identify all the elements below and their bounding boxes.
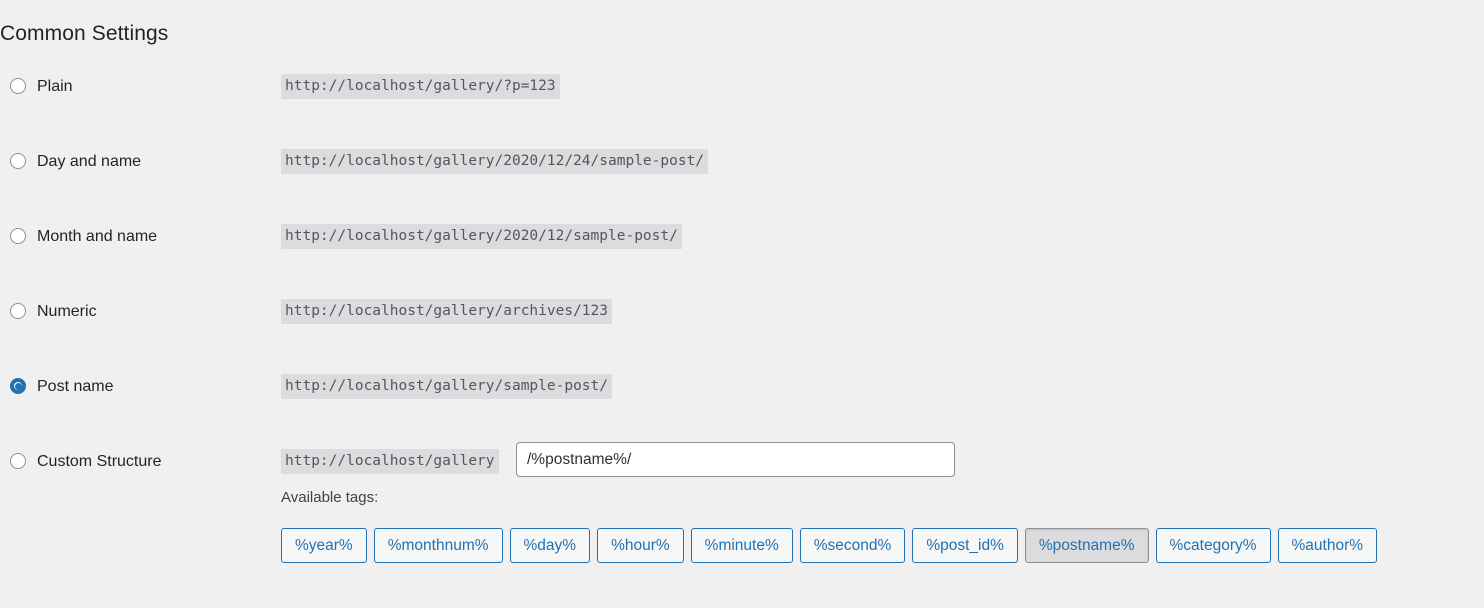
url-text: http://localhost/gallery/archives/123 xyxy=(281,299,613,324)
option-label-custom-structure[interactable]: Custom Structure xyxy=(37,450,161,474)
radio-unchecked-icon[interactable] xyxy=(10,453,26,469)
radio-numeric[interactable] xyxy=(10,303,28,321)
available-tags-label: Available tags: xyxy=(281,489,379,506)
permalink-option-row[interactable]: Day and name http://localhost/gallery/202… xyxy=(0,137,1484,212)
option-label-numeric[interactable]: Numeric xyxy=(37,300,97,324)
option-url-numeric: http://localhost/gallery/archives/123 xyxy=(281,299,613,324)
radio-custom-structure[interactable] xyxy=(10,453,28,471)
option-url-day-and-name: http://localhost/gallery/2020/12/24/samp… xyxy=(281,149,709,174)
tag-button-monthnum[interactable]: %monthnum% xyxy=(373,528,503,563)
tag-button-day[interactable]: %day% xyxy=(509,528,591,563)
option-label-day-and-name[interactable]: Day and name xyxy=(37,150,141,174)
tag-button-second[interactable]: %second% xyxy=(799,528,906,563)
radio-unchecked-icon[interactable] xyxy=(10,303,26,319)
radio-unchecked-icon[interactable] xyxy=(10,78,26,94)
permalink-options-group: Plain http://localhost/gallery/?p=123 Day … xyxy=(0,62,1484,497)
radio-unchecked-icon[interactable] xyxy=(10,153,26,169)
permalink-option-row[interactable]: Month and name http://localhost/gallery/2… xyxy=(0,212,1484,287)
url-text: http://localhost/gallery/?p=123 xyxy=(281,74,560,99)
radio-plain[interactable] xyxy=(10,78,28,96)
available-tags-list: %year% %monthnum% %day% %hour% %minute% %seco… xyxy=(281,528,1378,563)
tag-button-minute[interactable]: %minute% xyxy=(690,528,793,563)
radio-checked-icon[interactable] xyxy=(10,378,26,394)
tag-button-author[interactable]: %author% xyxy=(1277,528,1378,563)
option-url-month-and-name: http://localhost/gallery/2020/12/sample-… xyxy=(281,224,682,249)
tag-button-category[interactable]: %category% xyxy=(1155,528,1271,563)
permalink-option-row[interactable]: Numeric http://localhost/gallery/archives… xyxy=(0,287,1484,362)
tag-button-post_id[interactable]: %post_id% xyxy=(912,528,1018,563)
tag-button-postname[interactable]: %postname% xyxy=(1024,528,1149,563)
permalink-option-row[interactable]: Post name http://localhost/gallery/sample… xyxy=(0,362,1484,437)
radio-day-and-name[interactable] xyxy=(10,153,28,171)
radio-post-name[interactable] xyxy=(10,378,28,396)
url-text: http://localhost/gallery xyxy=(281,449,499,474)
option-label-month-and-name[interactable]: Month and name xyxy=(37,225,157,249)
option-label-plain[interactable]: Plain xyxy=(37,75,73,99)
url-text: http://localhost/gallery/sample-post/ xyxy=(281,374,613,399)
permalink-settings-page: Common Settings Plain http://localhost/ga… xyxy=(0,0,1484,608)
option-url-post-name: http://localhost/gallery/sample-post/ xyxy=(281,374,613,399)
radio-month-and-name[interactable] xyxy=(10,228,28,246)
tag-button-year[interactable]: %year% xyxy=(281,528,367,563)
custom-structure-row[interactable]: Custom Structure http://localhost/gallery xyxy=(0,437,1484,497)
custom-structure-input[interactable] xyxy=(516,442,955,477)
option-label-post-name[interactable]: Post name xyxy=(37,375,113,399)
url-text: http://localhost/gallery/2020/12/sample-… xyxy=(281,224,682,249)
custom-structure-base-url: http://localhost/gallery xyxy=(281,449,499,474)
tag-button-hour[interactable]: %hour% xyxy=(597,528,684,563)
page-title: Common Settings xyxy=(0,22,169,46)
permalink-option-row[interactable]: Plain http://localhost/gallery/?p=123 xyxy=(0,62,1484,137)
radio-unchecked-icon[interactable] xyxy=(10,228,26,244)
option-url-plain: http://localhost/gallery/?p=123 xyxy=(281,74,560,99)
url-text: http://localhost/gallery/2020/12/24/samp… xyxy=(281,149,709,174)
